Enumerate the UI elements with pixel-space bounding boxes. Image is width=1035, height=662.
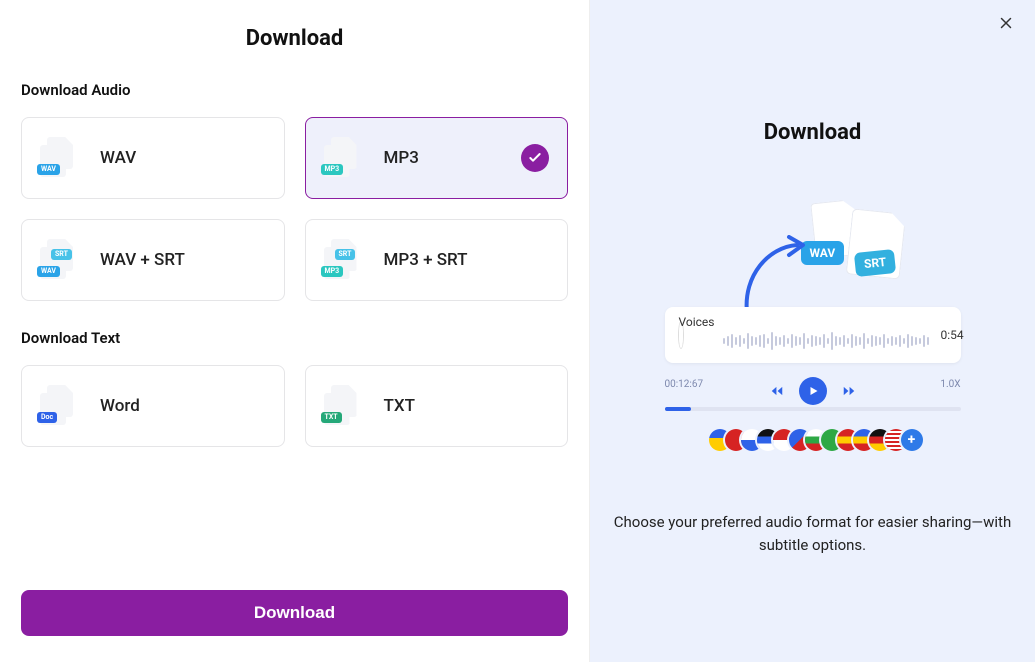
option-mp3-label: MP3 [384, 148, 419, 168]
file-wav-srt-icon: SRT WAV [40, 239, 78, 281]
preview-description: Choose your preferred audio format for e… [613, 511, 1013, 556]
preview-illustration: WAV SRT Voices 0:54 00:12:67 1.0X [663, 201, 963, 471]
voice-label: Voices [679, 315, 715, 329]
close-icon[interactable] [997, 14, 1019, 36]
preview-panel: Download WAV SRT Voices 0:54 00:12:67 1.… [590, 0, 1035, 662]
preview-title: Download [764, 120, 862, 145]
file-txt-icon: TXT [324, 385, 362, 427]
more-languages-icon[interactable]: + [901, 429, 923, 451]
waveform-icon [723, 330, 929, 352]
voice-preview-card: Voices 0:54 [665, 307, 961, 363]
option-word-label: Word [100, 396, 140, 416]
language-flags: + [715, 429, 923, 451]
voice-duration: 0:54 [941, 328, 964, 342]
download-options-panel: Download Download Audio WAV WAV MP3 MP3 … [0, 0, 590, 662]
progress-bar[interactable] [665, 407, 961, 411]
option-word[interactable]: Doc Word [21, 365, 285, 447]
option-mp3[interactable]: MP3 MP3 [305, 117, 569, 199]
file-mp3-icon: MP3 [324, 137, 362, 179]
section-label-text: Download Text [21, 329, 568, 347]
option-wav-srt-label: WAV + SRT [100, 250, 185, 270]
file-word-icon: Doc [40, 385, 78, 427]
panel-title: Download [21, 26, 568, 51]
option-wav[interactable]: WAV WAV [21, 117, 285, 199]
check-icon [521, 144, 549, 172]
rewind-icon[interactable] [769, 384, 785, 398]
player-controls [665, 377, 961, 405]
option-txt-label: TXT [384, 396, 415, 416]
option-wav-srt[interactable]: SRT WAV WAV + SRT [21, 219, 285, 301]
audio-options-grid: WAV WAV MP3 MP3 SRT WAV WAV + SRT [21, 117, 568, 301]
progress-fill [665, 407, 692, 411]
srt-chip: SRT [853, 249, 895, 277]
download-button[interactable]: Download [21, 590, 568, 636]
text-options-grid: Doc Word TXT TXT [21, 365, 568, 447]
option-mp3-srt[interactable]: SRT MP3 MP3 + SRT [305, 219, 569, 301]
option-wav-label: WAV [100, 148, 136, 168]
option-mp3-srt-label: MP3 + SRT [384, 250, 468, 270]
file-wav-icon: WAV [40, 137, 78, 179]
play-icon[interactable] [799, 377, 827, 405]
file-mp3-srt-icon: SRT MP3 [324, 239, 362, 281]
arrow-icon [741, 235, 811, 315]
section-label-audio: Download Audio [21, 81, 568, 99]
option-txt[interactable]: TXT TXT [305, 365, 569, 447]
forward-icon[interactable] [841, 384, 857, 398]
